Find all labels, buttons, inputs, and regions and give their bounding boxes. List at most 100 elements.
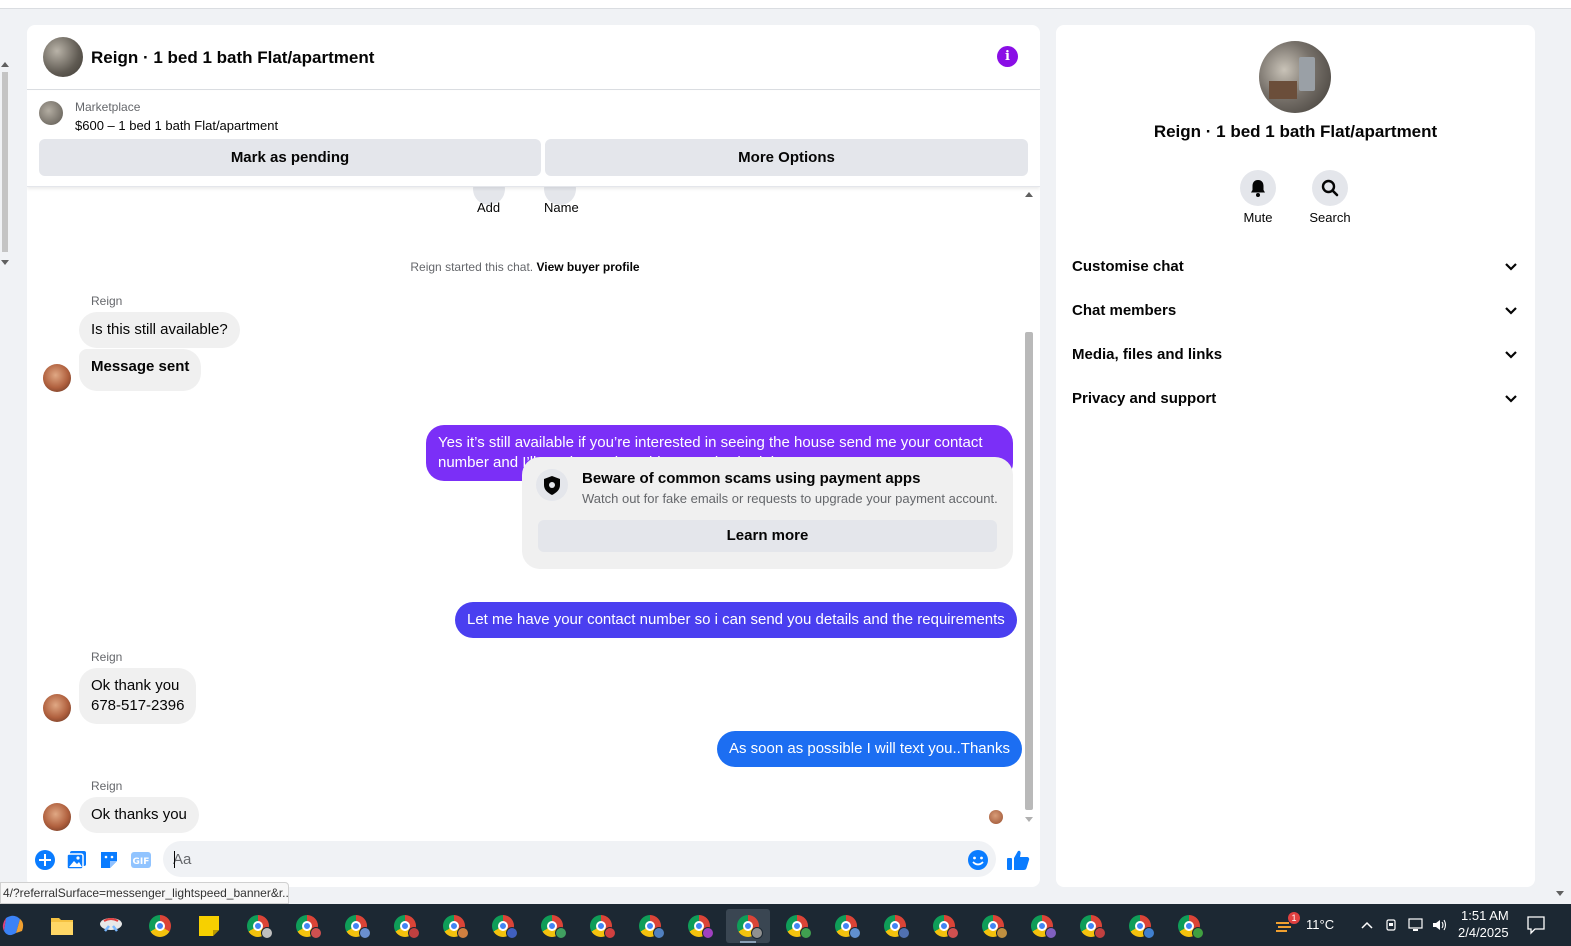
thumbs-up-icon[interactable] — [1006, 849, 1030, 871]
windows-taskbar: 1 11°C 1:51 AM 2/4/2025 — [0, 904, 1571, 946]
incoming-message[interactable]: Ok thank you 678-517-2396 — [79, 668, 197, 724]
info-panel-title: Reign · 1 bed 1 bath Flat/apartment — [1153, 122, 1438, 141]
section-privacy-support[interactable]: Privacy and support — [1072, 376, 1519, 420]
chrome-profile-icon[interactable] — [334, 909, 378, 943]
outgoing-message[interactable]: Let me have your contact number so i can… — [455, 602, 1017, 638]
scrollbar-thumb[interactable] — [2, 72, 8, 252]
marketplace-label: Marketplace — [75, 100, 141, 114]
emoji-icon[interactable] — [967, 849, 989, 871]
shield-icon — [536, 469, 568, 501]
listing-photo-avatar[interactable] — [1259, 41, 1331, 113]
notifications-icon[interactable] — [1526, 915, 1546, 935]
conversation-info-panel: Reign · 1 bed 1 bath Flat/apartment Mute… — [1056, 25, 1535, 887]
chat-title[interactable]: Reign · 1 bed 1 bath Flat/apartment — [91, 48, 374, 68]
chrome-profile-icon[interactable] — [1167, 909, 1211, 943]
section-media-files-links[interactable]: Media, files and links — [1072, 332, 1519, 376]
scam-warning-title: Beware of common scams using payment app… — [582, 470, 921, 487]
svg-text:GIF: GIF — [133, 857, 150, 867]
chat-panel: Reign · 1 bed 1 bath Flat/apartment i Ma… — [27, 25, 1040, 887]
section-label: Chat members — [1072, 302, 1177, 319]
view-buyer-profile-link[interactable]: View buyer profile — [536, 260, 639, 274]
scroll-down-arrow[interactable] — [1, 260, 9, 265]
chrome-profile-icon[interactable] — [677, 909, 721, 943]
search-label[interactable]: Search — [1300, 210, 1360, 225]
chrome-profile-icon[interactable] — [1069, 909, 1113, 943]
mute-label[interactable]: Mute — [1228, 210, 1288, 225]
name-action-label[interactable]: Name — [544, 200, 579, 215]
listing-price[interactable]: $600 – 1 bed 1 bath Flat/apartment — [75, 118, 278, 133]
incoming-message[interactable]: Ok thanks you — [79, 797, 199, 833]
chrome-profile-icon-active[interactable] — [726, 909, 770, 943]
chrome-profile-icon[interactable] — [922, 909, 966, 943]
photo-icon[interactable] — [66, 849, 88, 871]
chrome-profile-icon[interactable] — [628, 909, 672, 943]
add-action-label[interactable]: Add — [477, 200, 500, 215]
volume-icon[interactable] — [1432, 918, 1447, 932]
scroll-down-arrow[interactable] — [1025, 817, 1033, 822]
page-scrollbar[interactable] — [0, 56, 10, 270]
reign-avatar[interactable] — [43, 803, 71, 831]
message-thread: Add Name Reign started this chat. View b… — [27, 173, 1040, 839]
chrome-profile-icon[interactable] — [579, 909, 623, 943]
text-caret — [174, 851, 175, 868]
listing-thumbnail[interactable] — [39, 101, 63, 125]
chrome-icon[interactable] — [138, 909, 182, 943]
temperature[interactable]: 11°C — [1306, 917, 1334, 932]
sticky-notes-icon[interactable] — [187, 909, 231, 943]
gif-icon[interactable]: GIF — [130, 849, 152, 871]
reign-avatar[interactable] — [43, 694, 71, 722]
section-chat-members[interactable]: Chat members — [1072, 288, 1519, 332]
copilot-icon[interactable] — [0, 909, 36, 943]
reign-avatar[interactable] — [43, 364, 71, 392]
chrome-profile-icon[interactable] — [873, 909, 917, 943]
info-icon[interactable]: i — [997, 46, 1018, 67]
network-icon[interactable] — [1408, 918, 1423, 932]
clock-time[interactable]: 1:51 AM — [1461, 908, 1509, 923]
chrome-profile-icon[interactable] — [775, 909, 819, 943]
message-composer: GIF — [27, 839, 1040, 887]
chrome-profile-icon[interactable] — [1118, 909, 1162, 943]
outgoing-message[interactable]: As soon as possible I will text you..Tha… — [717, 731, 1022, 767]
sender-name: Reign — [91, 294, 123, 308]
sticker-icon[interactable] — [98, 849, 120, 871]
chrome-profile-icon[interactable] — [530, 909, 574, 943]
chevron-down-icon — [1505, 351, 1517, 359]
chrome-profile-icon[interactable] — [824, 909, 868, 943]
plus-icon[interactable] — [34, 849, 56, 871]
chrome-profile-icon[interactable] — [383, 909, 427, 943]
chrome-profile-icon[interactable] — [1020, 909, 1064, 943]
chat-header: Reign · 1 bed 1 bath Flat/apartment i — [27, 25, 1040, 90]
section-customise-chat[interactable]: Customise chat — [1072, 244, 1519, 288]
search-icon[interactable] — [1312, 170, 1348, 206]
mark-as-pending-button[interactable]: Mark as pending — [39, 139, 541, 176]
scrollbar-thumb[interactable] — [1025, 332, 1033, 810]
chevron-up-icon[interactable] — [1360, 918, 1374, 932]
meet-now-icon[interactable] — [1384, 918, 1398, 932]
chrome-profile-icon[interactable] — [971, 909, 1015, 943]
snipping-tool-icon[interactable] — [89, 909, 133, 943]
message-input-box[interactable] — [163, 841, 996, 877]
message-line: Ok thank you — [91, 677, 180, 694]
incoming-message[interactable]: Message sent — [79, 349, 202, 391]
chrome-profile-icon[interactable] — [432, 909, 476, 943]
link-status-bar: 4/?referralSurface=messenger_lightspeed_… — [0, 882, 289, 904]
scroll-up-arrow[interactable] — [1025, 192, 1033, 197]
chrome-profile-icon[interactable] — [285, 909, 329, 943]
clock-date[interactable]: 2/4/2025 — [1458, 925, 1509, 940]
kitchen-fridge-shape — [1299, 57, 1315, 91]
file-explorer-icon[interactable] — [40, 909, 84, 943]
bell-icon[interactable] — [1240, 170, 1276, 206]
incoming-message[interactable]: Is this still available? — [79, 312, 240, 348]
thread-scrollbar[interactable] — [1022, 187, 1036, 827]
message-input[interactable] — [173, 841, 953, 877]
section-label: Media, files and links — [1072, 346, 1223, 363]
learn-more-button[interactable]: Learn more — [538, 520, 997, 552]
listing-avatar[interactable] — [43, 37, 83, 77]
more-options-button[interactable]: More Options — [545, 139, 1028, 176]
scroll-down-arrow[interactable] — [1556, 891, 1564, 896]
chevron-down-icon — [1505, 263, 1517, 271]
scroll-up-arrow[interactable] — [1, 62, 9, 67]
message-phone-number[interactable]: 678-517-2396 — [91, 696, 184, 716]
chrome-profile-icon[interactable] — [481, 909, 525, 943]
chrome-profile-icon[interactable] — [236, 909, 280, 943]
